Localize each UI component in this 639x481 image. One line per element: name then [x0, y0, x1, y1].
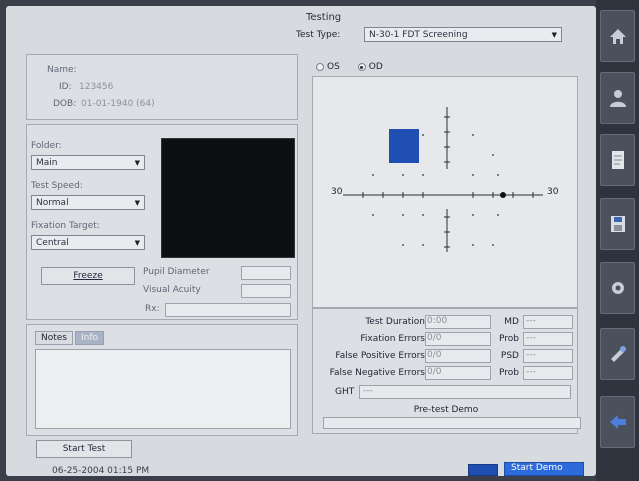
folder-label: Folder: — [31, 141, 62, 151]
md-prob-label: Prob — [499, 334, 519, 344]
false-positive-value: 0/0 — [425, 349, 491, 363]
patient-icon — [609, 90, 626, 107]
save-button[interactable] — [600, 198, 635, 250]
false-positive-label: False Positive Errors — [335, 351, 425, 361]
fixation-errors-value: 0/0 — [425, 332, 491, 346]
settings-button[interactable] — [600, 262, 635, 314]
fixation-target-select[interactable]: Central ▼ — [31, 235, 145, 250]
test-stats-panel: Test Duration 0:00 Fixation Errors 0/0 F… — [312, 308, 581, 434]
visual-acuity-field[interactable] — [241, 284, 291, 298]
report-icon — [611, 151, 624, 169]
test-settings-panel: Folder: Main ▼ Test Speed: Normal ▼ Fixa… — [26, 124, 298, 320]
radio-od[interactable]: OD — [357, 62, 383, 72]
radio-os-indicator — [316, 63, 324, 71]
ght-value: --- — [359, 385, 571, 399]
stimulus-square — [389, 129, 419, 163]
freeze-button[interactable]: Freeze — [41, 267, 135, 285]
report-button[interactable] — [600, 134, 635, 186]
chevron-down-icon: ▼ — [134, 238, 140, 247]
id-value: 123456 — [79, 82, 114, 92]
test-type-value: N-30-1 FDT Screening — [369, 29, 468, 40]
tab-notes[interactable]: Notes — [35, 331, 73, 345]
psd-prob-value: --- — [523, 366, 573, 380]
save-icon — [610, 216, 625, 232]
axis-ticks — [362, 116, 534, 248]
home-icon — [609, 29, 626, 44]
patient-info-panel: Name: ID: 123456 DOB: 01-01-1940 (64) — [26, 54, 298, 120]
false-negative-value: 0/0 — [425, 366, 491, 380]
tab-info[interactable]: Info — [75, 331, 105, 345]
dob-value: 01-01-1940 (64) — [81, 99, 155, 109]
md-prob-value: --- — [523, 332, 573, 346]
os-label: OS — [327, 62, 340, 72]
back-icon — [609, 415, 626, 429]
right-toolbar — [596, 0, 639, 481]
radio-od-indicator — [357, 63, 366, 71]
settings-icon — [611, 282, 624, 294]
md-label: MD — [504, 317, 519, 327]
test-speed-value: Normal — [36, 197, 69, 208]
chevron-down-icon: ▼ — [134, 198, 140, 207]
home-button[interactable] — [600, 10, 635, 62]
pupil-diameter-label: Pupil Diameter — [143, 267, 210, 277]
tools-button[interactable] — [600, 328, 635, 380]
folder-value: Main — [36, 157, 58, 168]
dob-label: DOB: — [53, 99, 77, 109]
radio-os[interactable]: OS — [316, 62, 340, 72]
fixation-target-value: Central — [36, 237, 69, 248]
psd-label: PSD — [500, 351, 519, 361]
test-duration-label: Test Duration — [365, 317, 425, 327]
patient-button[interactable] — [600, 72, 635, 124]
progress-label: Pre-test Demo — [413, 405, 479, 415]
start-test-label: Start Test — [62, 444, 106, 454]
visual-field-plot — [343, 107, 543, 252]
md-value: --- — [523, 315, 573, 329]
folder-select[interactable]: Main ▼ — [31, 155, 145, 170]
ght-label: GHT — [335, 387, 355, 397]
psd-value: --- — [523, 349, 573, 363]
back-button[interactable] — [600, 396, 635, 448]
testing-window: Testing Test Type: N-30-1 FDT Screening … — [6, 6, 596, 476]
freeze-label: Freeze — [73, 271, 103, 281]
status-datetime: 06-25-2004 01:15 PM — [52, 466, 150, 476]
fixation-target-label: Fixation Target: — [31, 221, 100, 231]
test-speed-select[interactable]: Normal ▼ — [31, 195, 145, 210]
chevron-down-icon: ▼ — [551, 30, 557, 39]
fixation-errors-label: Fixation Errors — [360, 334, 425, 344]
test-speed-label: Test Speed: — [31, 181, 83, 191]
progress-bar — [323, 417, 581, 429]
psd-prob-label: Prob — [499, 368, 519, 378]
test-duration-value: 0:00 — [425, 315, 491, 329]
od-label: OD — [368, 62, 383, 72]
pupil-diameter-field[interactable] — [241, 266, 291, 280]
visual-acuity-label: Visual Acuity — [143, 285, 201, 295]
notes-textarea[interactable] — [35, 349, 291, 429]
status-indicator-icon — [468, 464, 498, 476]
rx-label: Rx: — [145, 304, 160, 314]
field-right-scale-label: 30 — [547, 187, 559, 197]
eye-camera-view — [161, 138, 295, 258]
name-label: Name: — [47, 65, 77, 75]
rx-field[interactable] — [165, 303, 291, 317]
field-left-scale-label: 30 — [331, 187, 343, 197]
test-type-label: Test Type: — [296, 30, 341, 40]
fixation-dot — [500, 192, 506, 198]
test-type-select[interactable]: N-30-1 FDT Screening ▼ — [364, 27, 562, 42]
false-negative-label: False Negative Errors — [329, 368, 425, 378]
visual-field-panel: 30 30 — [312, 76, 578, 308]
chevron-down-icon: ▼ — [134, 158, 140, 167]
start-demo-label: Start Demo — [511, 463, 563, 473]
notes-panel: Notes Info — [26, 324, 298, 436]
start-demo-button[interactable]: Start Demo — [504, 462, 584, 476]
start-test-button[interactable]: Start Test — [36, 440, 132, 458]
tools-icon — [610, 346, 626, 362]
page-title: Testing — [306, 12, 342, 23]
id-label: ID: — [59, 82, 72, 92]
